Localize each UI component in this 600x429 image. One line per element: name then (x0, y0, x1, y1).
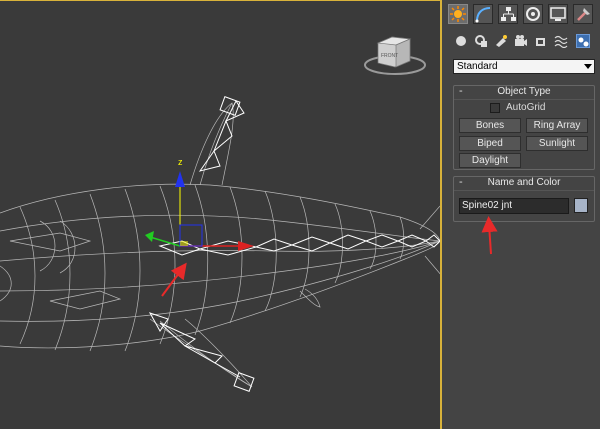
gizmo-axis-label: z (178, 157, 183, 167)
object-type-rollout: - Object Type AutoGrid Bones Ring Array … (453, 85, 595, 170)
geometry-subtab[interactable] (454, 34, 468, 48)
daylight-button[interactable]: Daylight (459, 153, 521, 168)
chevron-down-icon (584, 64, 592, 69)
viewcube-face-label: FRONT (381, 53, 398, 59)
autogrid-checkbox[interactable] (490, 103, 500, 113)
spacewarps-icon (554, 35, 568, 49)
autogrid-label: AutoGrid (506, 102, 546, 113)
object-type-title: Object Type (497, 86, 551, 97)
helpers-icon (536, 38, 545, 46)
cameras-icon (515, 35, 527, 46)
motion-tab[interactable] (523, 4, 543, 24)
object-name-field[interactable]: Spine02 jnt (459, 198, 569, 214)
create-icon (450, 6, 466, 22)
viewcube[interactable]: FRONT (364, 36, 426, 75)
spacewarps-subtab[interactable] (554, 34, 568, 49)
display-icon (550, 7, 566, 21)
utilities-icon (577, 8, 590, 21)
motion-icon (526, 7, 540, 21)
object-type-header[interactable]: - Object Type (454, 85, 594, 100)
shark-wireframe-scene: z FRONT (0, 36, 440, 392)
create-category-bar (452, 34, 596, 50)
hierarchy-icon (501, 7, 516, 21)
category-dropdown[interactable]: Standard (453, 59, 595, 74)
biped-button[interactable]: Biped (459, 136, 521, 151)
geometry-icon (456, 36, 466, 46)
display-tab[interactable] (548, 4, 568, 24)
systems-subtab[interactable] (576, 34, 590, 48)
shapes-icon (475, 35, 487, 47)
perspective-viewport[interactable]: z FRONT (0, 0, 442, 429)
modify-icon (475, 7, 491, 23)
sunlight-button[interactable]: Sunlight (526, 136, 588, 151)
helpers-subtab[interactable] (534, 34, 548, 48)
ring-array-button[interactable]: Ring Array (526, 118, 588, 133)
name-and-color-rollout: - Name and Color Spine02 jnt (453, 176, 595, 222)
utilities-tab[interactable] (573, 4, 593, 24)
cameras-subtab[interactable] (514, 34, 528, 48)
bones-button[interactable]: Bones (459, 118, 521, 133)
lights-subtab[interactable] (494, 34, 508, 48)
command-panel: Standard - Object Type AutoGrid Bones Ri… (444, 0, 600, 429)
shapes-subtab[interactable] (474, 34, 488, 48)
hierarchy-tab[interactable] (498, 4, 518, 24)
command-panel-tabs (444, 4, 600, 26)
bone-chain (148, 96, 440, 392)
category-dropdown-value: Standard (457, 61, 498, 72)
object-color-swatch[interactable] (574, 198, 588, 213)
lights-icon (496, 35, 507, 47)
create-tab[interactable] (448, 4, 468, 24)
systems-icon (578, 37, 589, 47)
annotation-arrow-bone (161, 262, 187, 297)
name-and-color-header[interactable]: - Name and Color (454, 176, 594, 191)
annotation-arrow-name-field (481, 216, 498, 255)
name-and-color-title: Name and Color (487, 177, 561, 188)
modify-tab[interactable] (473, 4, 493, 24)
